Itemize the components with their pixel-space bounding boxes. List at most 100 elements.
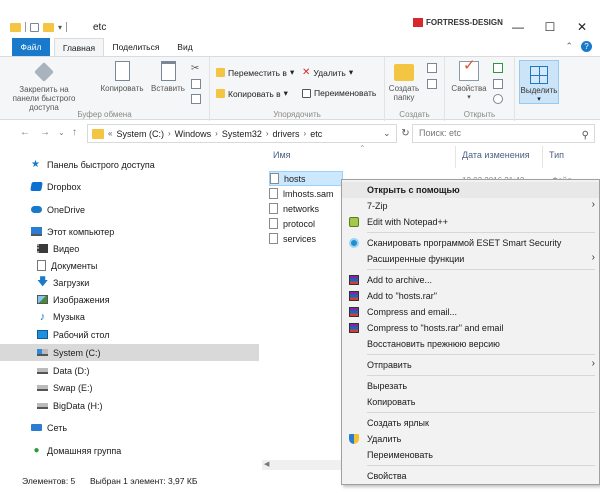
breadcrumb-system32[interactable]: System32	[222, 129, 262, 139]
menu-item-notepad-plus-plus[interactable]: Edit with Notepad++	[342, 214, 599, 230]
file-row-lmhosts[interactable]: lmhosts.sam	[269, 186, 343, 201]
search-placeholder: Поиск: etc	[419, 128, 461, 138]
rename-button[interactable]: Переименовать	[302, 88, 376, 98]
new-folder-button[interactable]: Создать папку	[387, 61, 421, 102]
nav-item-downloads[interactable]: 🡇 Загрузки	[0, 274, 259, 291]
file-row-hosts[interactable]: hosts	[269, 171, 343, 186]
menu-item-copy[interactable]: Копировать	[342, 394, 599, 410]
breadcrumb-system[interactable]: System (C:)	[116, 129, 164, 139]
nav-item-onedrive[interactable]: OneDrive	[0, 201, 259, 218]
copy-path-icon[interactable]	[191, 79, 201, 89]
nav-item-desktop[interactable]: Рабочий стол	[0, 326, 259, 343]
copy-to-button[interactable]: Копировать в ▾	[216, 88, 288, 99]
column-header-name[interactable]: Имя	[273, 150, 291, 160]
nav-item-documents[interactable]: Документы	[0, 257, 259, 274]
menu-item-restore-previous[interactable]: Восстановить прежнюю версию	[342, 336, 599, 352]
menu-item-send-to[interactable]: Отправить ›	[342, 357, 599, 373]
menu-item-create-shortcut[interactable]: Создать ярлык	[342, 415, 599, 431]
menu-item-rename[interactable]: Переименовать	[342, 447, 599, 463]
nav-item-dropbox[interactable]: Dropbox	[0, 178, 259, 195]
nav-item-network[interactable]: Сеть	[0, 419, 259, 436]
eset-icon	[349, 238, 359, 248]
properties-icon[interactable]	[30, 22, 39, 32]
tab-view[interactable]: Вид	[170, 38, 200, 56]
close-button[interactable]: ✕	[570, 20, 594, 34]
menu-item-open-with[interactable]: Открыть с помощью	[342, 182, 599, 198]
rename-icon	[302, 88, 311, 98]
menu-item-eset-scan[interactable]: Сканировать программой ESET Smart Securi…	[342, 235, 599, 251]
up-arrow-icon[interactable]: ↑	[72, 127, 77, 138]
chevron-down-icon: ▾	[289, 67, 295, 77]
address-dropdown-icon[interactable]: ⌄	[383, 128, 391, 139]
easy-access-icon[interactable]	[427, 79, 437, 89]
menu-item-compress-email[interactable]: Compress and email...	[342, 304, 599, 320]
chevron-down-icon[interactable]: ▾	[58, 23, 62, 32]
scroll-left-icon[interactable]: ◀	[264, 460, 269, 468]
minimize-button[interactable]: —	[506, 20, 530, 34]
selection-info: Выбран 1 элемент: 3,97 КБ	[90, 476, 198, 486]
cut-icon[interactable]: ✂	[191, 63, 201, 74]
nav-item-music[interactable]: ♪ Музыка	[0, 308, 259, 325]
tab-share[interactable]: Поделиться	[108, 38, 164, 56]
menu-item-advanced[interactable]: Расширенные функции ›	[342, 251, 599, 267]
new-item-icon[interactable]	[427, 63, 437, 73]
column-header-type[interactable]: Тип	[549, 150, 564, 160]
properties-button[interactable]: Свойства ▾	[449, 61, 489, 102]
breadcrumb-overflow[interactable]: «	[108, 129, 112, 138]
nav-item-swap-e[interactable]: Swap (E:)	[0, 379, 259, 396]
address-field[interactable]: « System (C:) › Windows › System32 › dri…	[87, 124, 397, 143]
select-button[interactable]: Выделить ▾	[519, 60, 559, 104]
recent-chevron-icon[interactable]: ⌄	[58, 128, 65, 137]
breadcrumb-windows[interactable]: Windows	[175, 129, 212, 139]
paste-button[interactable]: Вставить	[150, 61, 186, 93]
paste-shortcut-icon[interactable]	[191, 94, 201, 104]
nav-item-this-pc[interactable]: Этот компьютер	[0, 223, 259, 240]
menu-item-cut[interactable]: Вырезать	[342, 378, 599, 394]
nav-item-homegroup[interactable]: ● Домашняя группа	[0, 442, 259, 459]
breadcrumb-separator-icon: ›	[215, 129, 218, 138]
menu-item-delete[interactable]: Удалить	[342, 431, 599, 447]
breadcrumb-drivers[interactable]: drivers	[273, 129, 300, 139]
forward-arrow-icon[interactable]: →	[40, 127, 50, 138]
move-to-button[interactable]: Переместить в ▾	[216, 67, 294, 78]
delete-button[interactable]: ✕ Удалить ▾	[302, 67, 353, 78]
menu-item-label: Расширенные функции	[367, 254, 465, 264]
nav-item-system-c[interactable]: System (C:)	[0, 344, 259, 361]
file-row-protocol[interactable]: protocol	[269, 216, 343, 231]
file-row-services[interactable]: services	[269, 231, 343, 246]
nav-item-video[interactable]: Видео	[0, 240, 259, 257]
column-header-date[interactable]: Дата изменения	[462, 150, 530, 160]
menu-item-7zip[interactable]: 7-Zip ›	[342, 198, 599, 214]
refresh-icon[interactable]: ↻	[399, 124, 412, 143]
nav-item-quick-access[interactable]: ★ Панель быстрого доступа	[0, 156, 259, 173]
maximize-button[interactable]: ☐	[538, 20, 562, 34]
new-folder-icon[interactable]	[43, 22, 54, 32]
open-icon[interactable]	[493, 63, 503, 73]
new-folder-label: Создать папку	[388, 84, 420, 102]
tab-file[interactable]: Файл	[12, 38, 50, 56]
chevron-up-icon[interactable]: ⌃	[565, 41, 573, 52]
back-arrow-icon[interactable]: ←	[20, 127, 30, 138]
nav-item-pictures[interactable]: Изображения	[0, 291, 259, 308]
edit-icon[interactable]	[493, 79, 503, 89]
help-icon[interactable]: ?	[581, 41, 592, 52]
menu-item-properties[interactable]: Свойства	[342, 468, 599, 484]
horizontal-scrollbar[interactable]: ◀	[262, 460, 342, 470]
menu-item-add-to-hosts-rar[interactable]: Add to "hosts.rar"	[342, 288, 599, 304]
breadcrumb-etc[interactable]: etc	[310, 129, 322, 139]
pin-quick-access-button[interactable]: Закрепить на панели быстрого доступа	[10, 61, 78, 112]
tab-home[interactable]: Главная	[54, 38, 104, 56]
menu-item-add-to-archive[interactable]: Add to archive...	[342, 272, 599, 288]
rename-label: Переименовать	[314, 88, 377, 98]
column-divider[interactable]	[455, 146, 456, 168]
file-name: protocol	[283, 218, 316, 229]
nav-item-data-d[interactable]: Data (D:)	[0, 362, 259, 379]
nav-item-bigdata-h[interactable]: BigData (H:)	[0, 397, 259, 414]
menu-item-compress-to-hosts-rar-email[interactable]: Compress to "hosts.rar" and email	[342, 320, 599, 336]
menu-separator	[367, 354, 595, 355]
history-icon[interactable]	[493, 94, 503, 104]
copy-button[interactable]: Копировать	[99, 61, 145, 93]
file-row-networks[interactable]: networks	[269, 201, 343, 216]
column-divider[interactable]	[542, 146, 543, 168]
search-input[interactable]: Поиск: etc ⚲	[412, 124, 595, 143]
